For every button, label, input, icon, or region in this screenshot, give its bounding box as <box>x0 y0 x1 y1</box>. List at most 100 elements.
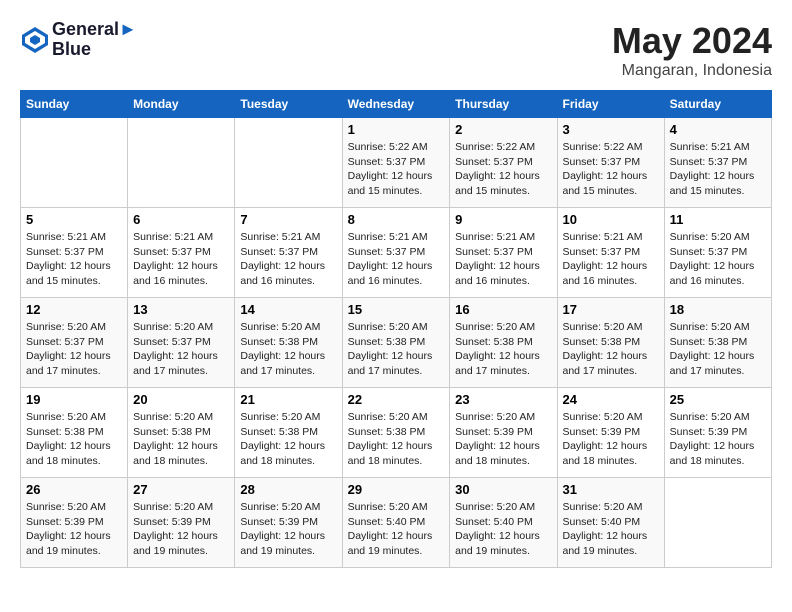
day-info: Sunrise: 5:21 AM Sunset: 5:37 PM Dayligh… <box>455 230 551 289</box>
calendar-cell: 6 Sunrise: 5:21 AM Sunset: 5:37 PM Daylig… <box>128 208 235 298</box>
day-info: Sunrise: 5:20 AM Sunset: 5:40 PM Dayligh… <box>455 500 551 559</box>
weekday-header-thursday: Thursday <box>450 91 557 118</box>
calendar-cell: 18 Sunrise: 5:20 AM Sunset: 5:38 PM Dayli… <box>664 298 771 388</box>
calendar-cell: 19 Sunrise: 5:20 AM Sunset: 5:38 PM Dayli… <box>21 388 128 478</box>
calendar-cell: 16 Sunrise: 5:20 AM Sunset: 5:38 PM Dayli… <box>450 298 557 388</box>
day-number: 6 <box>133 212 229 227</box>
calendar-cell: 9 Sunrise: 5:21 AM Sunset: 5:37 PM Daylig… <box>450 208 557 298</box>
calendar-week-5: 26Sunrise: 5:20 AM Sunset: 5:39 PM Dayli… <box>21 478 772 568</box>
day-info: Sunrise: 5:20 AM Sunset: 5:37 PM Dayligh… <box>670 230 766 289</box>
calendar-week-4: 19 Sunrise: 5:20 AM Sunset: 5:38 PM Dayli… <box>21 388 772 478</box>
title-block: May 2024 Mangaran, Indonesia <box>612 20 772 80</box>
calendar-week-1: 1 Sunrise: 5:22 AM Sunset: 5:37 PM Daylig… <box>21 118 772 208</box>
weekday-header-tuesday: Tuesday <box>235 91 342 118</box>
day-number: 13 <box>133 302 229 317</box>
day-info: Sunrise: 5:20 AM Sunset: 5:38 PM Dayligh… <box>348 410 445 469</box>
day-number: 18 <box>670 302 766 317</box>
day-info: Sunrise: 5:20 AM Sunset: 5:37 PM Dayligh… <box>133 320 229 379</box>
day-info: Sunrise: 5:21 AM Sunset: 5:37 PM Dayligh… <box>133 230 229 289</box>
day-number: 28 <box>240 482 336 497</box>
day-info: Sunrise: 5:21 AM Sunset: 5:37 PM Dayligh… <box>670 140 766 199</box>
page-header: General► Blue May 2024 Mangaran, Indones… <box>20 20 772 80</box>
weekday-header-saturday: Saturday <box>664 91 771 118</box>
day-info: Sunrise: 5:20 AM Sunset: 5:39 PM Dayligh… <box>240 500 336 559</box>
day-info: Sunrise: 5:20 AM Sunset: 5:39 PM Dayligh… <box>455 410 551 469</box>
day-info: Sunrise: 5:20 AM Sunset: 5:39 PM Dayligh… <box>670 410 766 469</box>
calendar-cell: 20Sunrise: 5:20 AM Sunset: 5:38 PM Dayli… <box>128 388 235 478</box>
day-info: Sunrise: 5:20 AM Sunset: 5:38 PM Dayligh… <box>670 320 766 379</box>
day-number: 16 <box>455 302 551 317</box>
day-info: Sunrise: 5:21 AM Sunset: 5:37 PM Dayligh… <box>240 230 336 289</box>
day-info: Sunrise: 5:20 AM Sunset: 5:38 PM Dayligh… <box>455 320 551 379</box>
calendar-cell: 25 Sunrise: 5:20 AM Sunset: 5:39 PM Dayli… <box>664 388 771 478</box>
day-number: 21 <box>240 392 336 407</box>
day-info: Sunrise: 5:20 AM Sunset: 5:40 PM Dayligh… <box>348 500 445 559</box>
calendar-cell: 12 Sunrise: 5:20 AM Sunset: 5:37 PM Dayli… <box>21 298 128 388</box>
day-info: Sunrise: 5:22 AM Sunset: 5:37 PM Dayligh… <box>348 140 445 199</box>
day-number: 25 <box>670 392 766 407</box>
calendar-cell: 23Sunrise: 5:20 AM Sunset: 5:39 PM Dayli… <box>450 388 557 478</box>
day-number: 22 <box>348 392 445 407</box>
calendar-cell: 31Sunrise: 5:20 AM Sunset: 5:40 PM Dayli… <box>557 478 664 568</box>
day-info: Sunrise: 5:21 AM Sunset: 5:37 PM Dayligh… <box>26 230 122 289</box>
calendar-cell: 5 Sunrise: 5:21 AM Sunset: 5:37 PM Daylig… <box>21 208 128 298</box>
calendar-cell: 30 Sunrise: 5:20 AM Sunset: 5:40 PM Dayli… <box>450 478 557 568</box>
calendar-week-3: 12 Sunrise: 5:20 AM Sunset: 5:37 PM Dayli… <box>21 298 772 388</box>
day-info: Sunrise: 5:20 AM Sunset: 5:38 PM Dayligh… <box>348 320 445 379</box>
day-info: Sunrise: 5:20 AM Sunset: 5:38 PM Dayligh… <box>26 410 122 469</box>
calendar-cell: 21Sunrise: 5:20 AM Sunset: 5:38 PM Dayli… <box>235 388 342 478</box>
day-number: 15 <box>348 302 445 317</box>
day-info: Sunrise: 5:20 AM Sunset: 5:37 PM Dayligh… <box>26 320 122 379</box>
location: Mangaran, Indonesia <box>612 62 772 80</box>
day-number: 8 <box>348 212 445 227</box>
day-info: Sunrise: 5:20 AM Sunset: 5:39 PM Dayligh… <box>26 500 122 559</box>
calendar-cell: 8Sunrise: 5:21 AM Sunset: 5:37 PM Daylig… <box>342 208 450 298</box>
calendar-cell: 17 Sunrise: 5:20 AM Sunset: 5:38 PM Dayli… <box>557 298 664 388</box>
calendar-cell: 22 Sunrise: 5:20 AM Sunset: 5:38 PM Dayli… <box>342 388 450 478</box>
calendar-body: 1 Sunrise: 5:22 AM Sunset: 5:37 PM Daylig… <box>21 118 772 568</box>
day-number: 12 <box>26 302 122 317</box>
weekday-header-friday: Friday <box>557 91 664 118</box>
day-number: 3 <box>563 122 659 137</box>
calendar-cell: 27 Sunrise: 5:20 AM Sunset: 5:39 PM Dayli… <box>128 478 235 568</box>
calendar-cell: 24Sunrise: 5:20 AM Sunset: 5:39 PM Dayli… <box>557 388 664 478</box>
calendar-cell: 26Sunrise: 5:20 AM Sunset: 5:39 PM Dayli… <box>21 478 128 568</box>
day-number: 31 <box>563 482 659 497</box>
day-info: Sunrise: 5:21 AM Sunset: 5:37 PM Dayligh… <box>563 230 659 289</box>
calendar-header-row: SundayMondayTuesdayWednesdayThursdayFrid… <box>21 91 772 118</box>
day-number: 29 <box>348 482 445 497</box>
calendar-cell: 14Sunrise: 5:20 AM Sunset: 5:38 PM Dayli… <box>235 298 342 388</box>
calendar-cell: 15 Sunrise: 5:20 AM Sunset: 5:38 PM Dayli… <box>342 298 450 388</box>
day-number: 27 <box>133 482 229 497</box>
day-number: 17 <box>563 302 659 317</box>
calendar-cell: 3 Sunrise: 5:22 AM Sunset: 5:37 PM Daylig… <box>557 118 664 208</box>
day-info: Sunrise: 5:20 AM Sunset: 5:39 PM Dayligh… <box>133 500 229 559</box>
day-number: 9 <box>455 212 551 227</box>
day-number: 19 <box>26 392 122 407</box>
calendar-week-2: 5 Sunrise: 5:21 AM Sunset: 5:37 PM Daylig… <box>21 208 772 298</box>
day-number: 5 <box>26 212 122 227</box>
day-number: 7 <box>240 212 336 227</box>
day-number: 30 <box>455 482 551 497</box>
calendar-cell: 2Sunrise: 5:22 AM Sunset: 5:37 PM Daylig… <box>450 118 557 208</box>
calendar-cell: 28 Sunrise: 5:20 AM Sunset: 5:39 PM Dayli… <box>235 478 342 568</box>
day-info: Sunrise: 5:22 AM Sunset: 5:37 PM Dayligh… <box>455 140 551 199</box>
calendar-cell: 11 Sunrise: 5:20 AM Sunset: 5:37 PM Dayli… <box>664 208 771 298</box>
logo-text: General► Blue <box>52 20 137 60</box>
day-info: Sunrise: 5:22 AM Sunset: 5:37 PM Dayligh… <box>563 140 659 199</box>
calendar-cell: 10 Sunrise: 5:21 AM Sunset: 5:37 PM Dayli… <box>557 208 664 298</box>
weekday-header-wednesday: Wednesday <box>342 91 450 118</box>
calendar-cell <box>128 118 235 208</box>
day-number: 20 <box>133 392 229 407</box>
day-number: 4 <box>670 122 766 137</box>
day-number: 10 <box>563 212 659 227</box>
calendar-cell <box>21 118 128 208</box>
calendar-cell: 1 Sunrise: 5:22 AM Sunset: 5:37 PM Daylig… <box>342 118 450 208</box>
logo-icon <box>20 25 50 55</box>
calendar-table: SundayMondayTuesdayWednesdayThursdayFrid… <box>20 90 772 568</box>
day-number: 1 <box>348 122 445 137</box>
day-number: 11 <box>670 212 766 227</box>
calendar-cell <box>664 478 771 568</box>
calendar-cell <box>235 118 342 208</box>
day-info: Sunrise: 5:20 AM Sunset: 5:38 PM Dayligh… <box>563 320 659 379</box>
